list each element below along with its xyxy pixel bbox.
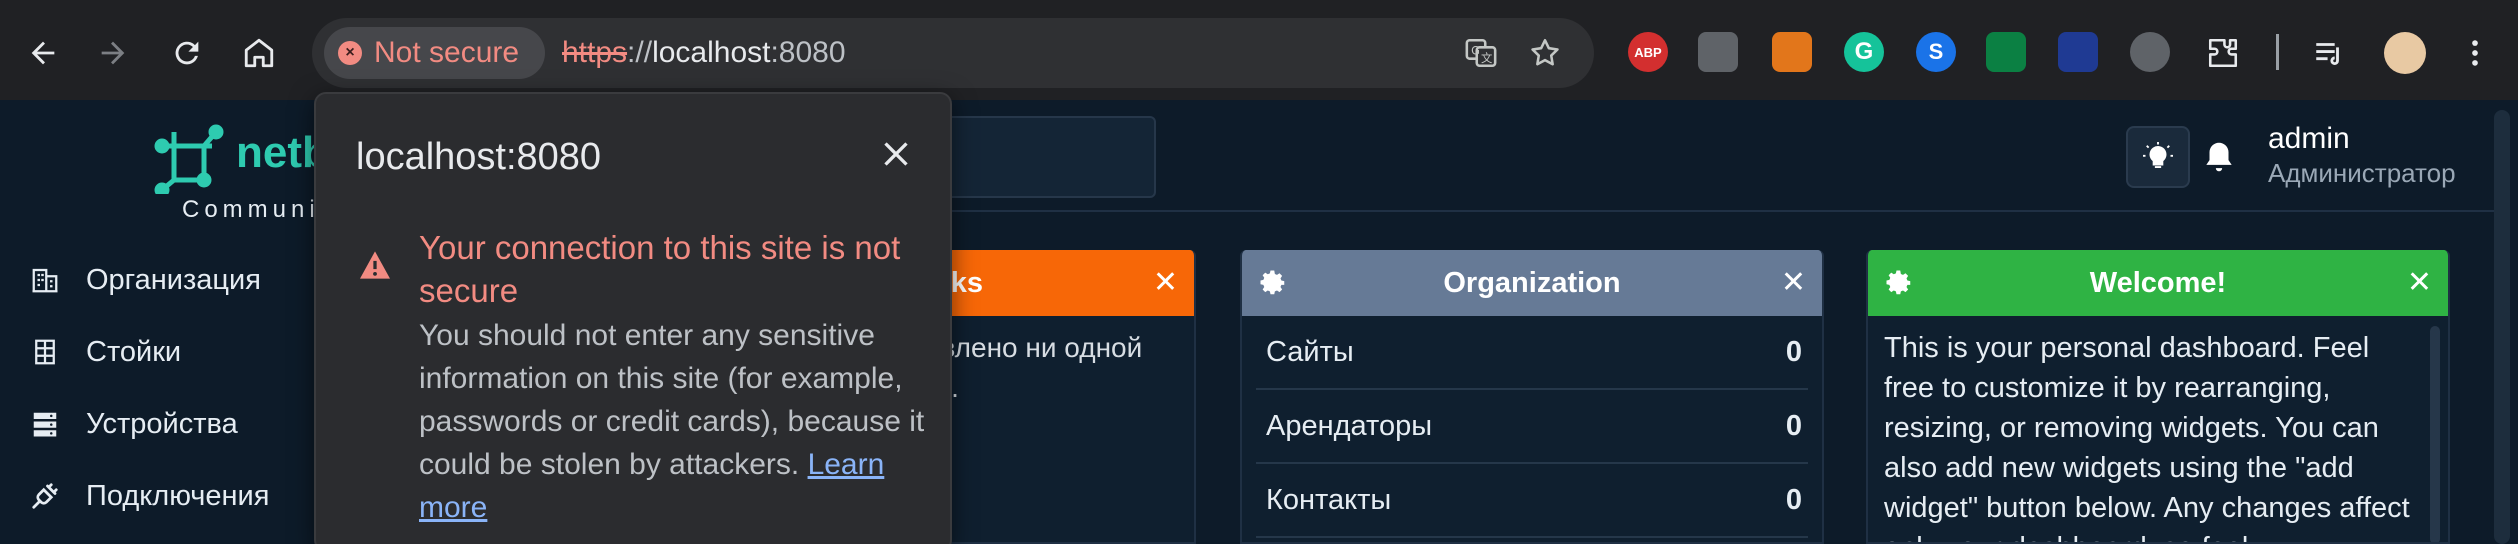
arrow-right-icon (101, 41, 125, 65)
sidebar-item-connections[interactable]: Подключения (30, 471, 310, 521)
metamask-fox-icon[interactable] (1772, 32, 1812, 72)
page-scrollbar[interactable] (2494, 110, 2510, 544)
warning-title: Your connection to this site is not secu… (419, 229, 901, 309)
plug-icon (32, 483, 58, 509)
sidebar-item-devices[interactable]: Устройства (30, 399, 310, 449)
close-icon[interactable]: ✕ (2407, 265, 2432, 300)
user-name[interactable]: admin (2268, 122, 2350, 156)
gear-icon[interactable] (1884, 268, 1914, 298)
row-count: 0 (1785, 409, 1802, 442)
sidebar-item-organization[interactable]: Организация (30, 255, 310, 305)
url-text[interactable]: https://localhost:8080 (562, 36, 846, 70)
arrow-left-icon (31, 41, 55, 65)
url-port: :8080 (770, 36, 846, 69)
translate-icon[interactable]: G文 (1462, 34, 1500, 72)
home-button[interactable] (232, 26, 286, 80)
bookmark-star-icon[interactable] (1526, 34, 1564, 72)
sidebar-item-label: Стойки (86, 335, 182, 368)
url-scheme: https (562, 36, 628, 69)
sidebar-item-label: Организация (86, 263, 261, 296)
popup-title: localhost:8080 (356, 136, 602, 178)
widget-scrollbar[interactable] (2430, 326, 2440, 542)
row-label: Контакты (1266, 483, 1392, 516)
row-count: 0 (1785, 483, 1802, 516)
reload-button[interactable] (160, 26, 214, 80)
widget-title: Welcome! (2089, 266, 2227, 299)
reload-icon (175, 41, 199, 65)
forward-button[interactable] (86, 26, 140, 80)
shazam-icon[interactable]: S (1916, 32, 1956, 72)
svg-text:文: 文 (1481, 51, 1492, 65)
extension-window-icon[interactable] (1698, 32, 1738, 72)
profile-avatar[interactable] (2384, 32, 2426, 74)
sidebar-item-label: Устройства (86, 407, 238, 440)
widget-header[interactable]: Welcome! ✕ (1868, 250, 2448, 316)
user-role: Администратор (2268, 158, 2456, 188)
kebab-menu-icon (2472, 40, 2478, 66)
gear-icon[interactable] (1258, 268, 1288, 298)
back-button[interactable] (16, 26, 70, 80)
list-item[interactable]: Арендаторы 0 (1256, 390, 1808, 464)
green-bars-extension-icon[interactable] (1986, 32, 2026, 72)
not-secure-icon: × (338, 41, 362, 65)
list-item[interactable]: Контакты 0 (1256, 464, 1808, 538)
server-icon (33, 412, 57, 437)
puzzle-icon (2208, 38, 2238, 68)
widget-header[interactable]: Organization ✕ (1242, 250, 1822, 316)
grammarly-icon[interactable]: G (1844, 32, 1884, 72)
browser-menu-button[interactable] (2448, 26, 2502, 80)
list-item[interactable]: Сайты 0 (1256, 316, 1808, 390)
warning-body: You should not enter any sensitive infor… (419, 314, 929, 529)
welcome-text: This is your personal dashboard. Feel fr… (1884, 332, 2410, 542)
site-info-popup: localhost:8080 Your connection to this s… (314, 92, 952, 544)
reading-list-button[interactable] (2302, 26, 2356, 80)
robot-extension-icon[interactable] (2130, 32, 2170, 72)
browser-toolbar: × Not secure https://localhost:8080 G文 A… (0, 0, 2518, 100)
lightbulb-icon (2143, 142, 2173, 168)
netbox-logo-icon (154, 124, 224, 194)
svg-text:G: G (1471, 43, 1480, 57)
reading-list-icon (2316, 43, 2339, 66)
home-icon (244, 38, 274, 68)
organization-widget: Organization ✕ Сайты 0 Арендаторы 0 Контак… (1240, 250, 1824, 544)
row-count: 0 (1785, 335, 1802, 368)
address-bar[interactable]: × Not secure https://localhost:8080 G文 (312, 18, 1594, 88)
notifications-bell-icon[interactable] (2200, 138, 2238, 176)
close-icon[interactable]: ✕ (1153, 265, 1178, 300)
close-icon[interactable] (878, 136, 914, 172)
security-chip[interactable]: × Not secure (324, 27, 546, 79)
extensions-puzzle-button[interactable] (2196, 26, 2250, 80)
welcome-widget: Welcome! ✕ This is your personal dashboa… (1866, 250, 2450, 544)
sidebar-item-racks[interactable]: Стойки (30, 327, 310, 377)
adblock-plus-icon[interactable]: ABP (1628, 32, 1668, 72)
toolbar-separator (2276, 34, 2279, 70)
play-box-extension-icon[interactable] (2058, 32, 2098, 72)
widget-title: Organization (1443, 266, 1621, 299)
sidebar-item-label: Подключения (86, 479, 270, 512)
building-icon (32, 268, 58, 293)
row-label: Арендаторы (1266, 409, 1433, 442)
security-chip-label: Not secure (374, 36, 520, 69)
url-separator: :// (627, 36, 653, 69)
url-host: localhost (652, 36, 771, 69)
theme-toggle-button[interactable] (2126, 126, 2190, 188)
rack-icon (35, 339, 55, 365)
warning-triangle-icon (360, 251, 390, 279)
row-label: Сайты (1266, 335, 1354, 368)
close-icon[interactable]: ✕ (1781, 265, 1806, 300)
